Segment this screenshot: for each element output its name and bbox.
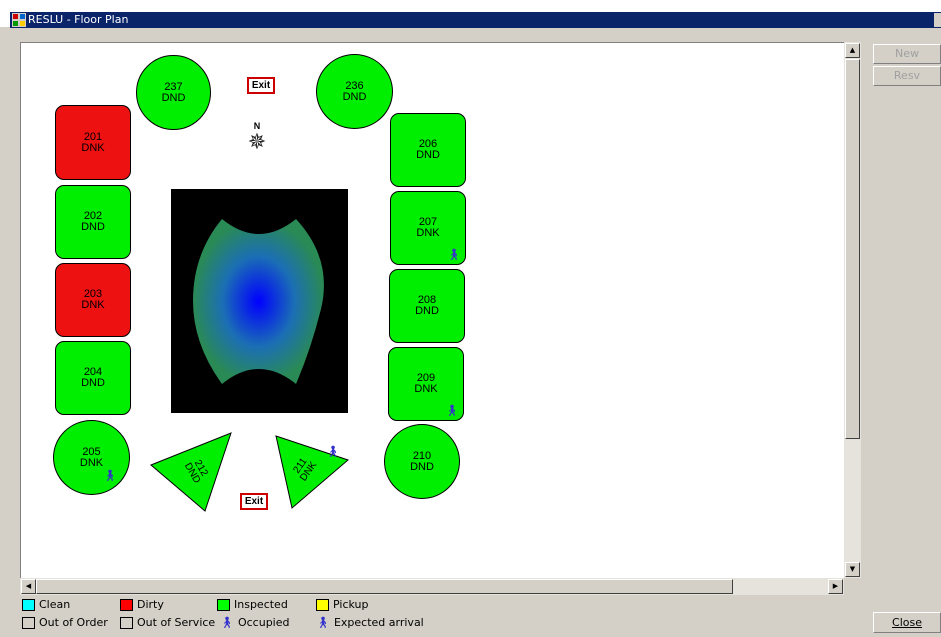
legend-dirty: Dirty	[120, 598, 164, 611]
legend-label: Out of Service	[137, 616, 216, 629]
room-209[interactable]: 209 DNK 🚶︎	[388, 347, 464, 421]
legend-label: Occupied	[237, 616, 290, 629]
window-frame	[10, 28, 941, 42]
exit-sign-top: Exit	[247, 77, 275, 94]
horizontal-scrollbar[interactable]: ◀ ▶	[20, 578, 844, 595]
room-208[interactable]: 208 DND	[389, 269, 465, 343]
legend-label: Clean	[39, 598, 71, 611]
floor-plan-canvas: 237 DND Exit 236 DND N ✵ 201 DNK 202 DND…	[20, 42, 845, 579]
occupied-icon: 🚶︎	[447, 249, 461, 261]
room-203[interactable]: 203 DNK	[55, 263, 131, 337]
legend-label: Expected arrival	[333, 616, 424, 629]
legend-expected-arrival: 🚶︎ Expected arrival	[316, 616, 424, 629]
room-status: DND	[81, 377, 105, 389]
person-icon: 🚶︎	[220, 616, 234, 629]
scroll-down-button[interactable]: ▼	[845, 562, 860, 577]
room-number: 237	[164, 80, 183, 93]
room-status: DND	[81, 221, 105, 233]
room-210[interactable]: 210 DND	[384, 424, 460, 499]
room-status: DND	[416, 149, 440, 161]
room-202[interactable]: 202 DND	[55, 185, 131, 259]
app-icon	[12, 13, 26, 27]
pool-area	[171, 189, 348, 413]
legend-label: Inspected	[234, 598, 288, 611]
vertical-scrollbar[interactable]: ▲ ▼	[844, 42, 861, 578]
legend-clean: Clean	[22, 598, 70, 611]
close-button[interactable]: Close	[873, 612, 941, 633]
occupied-icon: 🚶︎	[103, 470, 117, 482]
room-status: DNK	[81, 299, 105, 311]
new-button[interactable]: New	[873, 44, 941, 64]
window-control-button[interactable]	[934, 13, 941, 27]
room-status: DNK	[414, 383, 438, 395]
room-number: 201	[83, 130, 103, 143]
room-207[interactable]: 207 DNK 🚶︎	[390, 191, 466, 265]
room-status: DNK	[416, 227, 440, 239]
inspected-swatch	[217, 598, 230, 611]
room-237[interactable]: 237 DND	[136, 55, 211, 130]
horizontal-scroll-thumb[interactable]	[36, 579, 733, 594]
legend-inspected: Inspected	[217, 598, 288, 611]
exit-sign-bottom: Exit	[240, 493, 268, 510]
room-status: DND	[415, 305, 439, 317]
legend-label: Pickup	[333, 598, 369, 611]
dirty-swatch	[120, 598, 133, 611]
status-legend: Clean Dirty Inspected Pickup Out of Orde…	[20, 596, 869, 637]
legend-out-of-order: Out of Order	[22, 616, 108, 629]
room-status: DND	[342, 90, 367, 103]
title-bar-background	[10, 12, 941, 28]
legend-pickup: Pickup	[316, 598, 368, 611]
room-205[interactable]: 205 DNK 🚶︎	[53, 420, 130, 495]
room-206[interactable]: 206 DND	[390, 113, 466, 187]
occupied-icon: 🚶︎	[326, 445, 340, 458]
close-button-label: Close	[892, 616, 922, 629]
pickup-swatch	[316, 598, 329, 611]
out-of-order-swatch	[22, 616, 35, 629]
action-panel: New Resv	[869, 42, 941, 637]
room-status: DND	[410, 460, 434, 473]
legend-label: Dirty	[137, 598, 164, 611]
room-status: DND	[161, 91, 186, 104]
scrollbar-corner	[844, 578, 861, 595]
room-204[interactable]: 204 DND	[55, 341, 131, 415]
legend-out-of-service: Out of Service	[120, 616, 215, 629]
pool-shape	[193, 219, 324, 384]
room-status: DNK	[79, 456, 104, 469]
room-number: 236	[345, 79, 364, 92]
vertical-scroll-thumb[interactable]	[845, 59, 860, 439]
compass-rose-icon: ✵	[247, 129, 267, 154]
clean-swatch	[22, 598, 35, 611]
room-number: 210	[412, 449, 432, 462]
room-236[interactable]: 236 DND	[316, 54, 393, 129]
scroll-right-button[interactable]: ▶	[828, 579, 843, 594]
scroll-up-button[interactable]: ▲	[845, 43, 860, 58]
title-bar: RESLU - Floor Plan	[0, 0, 941, 28]
legend-occupied: 🚶︎ Occupied	[220, 616, 289, 629]
room-201[interactable]: 201 DNK	[55, 105, 131, 180]
window-title: RESLU - Floor Plan	[28, 13, 129, 26]
room-number: 205	[82, 445, 101, 458]
room-status: DNK	[81, 141, 105, 154]
occupied-icon: 🚶︎	[445, 405, 459, 417]
compass: N ✵	[245, 121, 269, 157]
scroll-left-button[interactable]: ◀	[21, 579, 36, 594]
person-arrival-icon: 🚶︎	[316, 616, 330, 629]
out-of-service-swatch	[120, 616, 133, 629]
resv-button[interactable]: Resv	[873, 66, 941, 86]
legend-label: Out of Order	[39, 616, 108, 629]
